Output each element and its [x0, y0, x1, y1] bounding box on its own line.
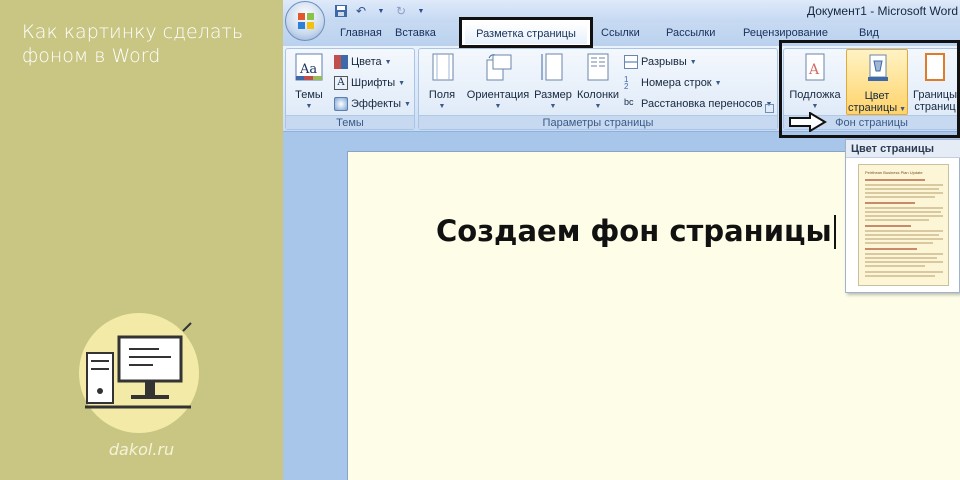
chevron-down-icon: ▼	[549, 103, 557, 110]
tooltip-title: Цвет страницы	[846, 140, 960, 158]
office-logo-icon	[298, 13, 314, 29]
article-headline: Как картинку сделать фоном в Word	[22, 21, 244, 67]
breaks-label: Разрывы	[641, 56, 687, 68]
colors-icon	[334, 55, 348, 69]
tab-insert[interactable]: Вставка	[395, 27, 436, 39]
breaks-button[interactable]: Разрывы ▼	[624, 53, 697, 71]
undo-icon[interactable]: ↶	[353, 3, 369, 19]
line-numbers-button[interactable]: 12 Номера строк ▼	[624, 74, 722, 92]
page-break-icon	[624, 55, 638, 69]
tab-page-layout-label: Разметка страницы	[465, 23, 587, 44]
effects-icon	[334, 97, 348, 111]
site-name: dakol.ru	[108, 440, 175, 459]
hyphenation-label: Расстановка переносов	[641, 98, 763, 110]
redo-icon[interactable]: ↻	[393, 3, 409, 19]
customize-toolbar-icon[interactable]: ▼	[413, 3, 429, 19]
word-window: ↶ ▼ ↻ ▼ Документ1 - Microsoft Word Главн…	[283, 0, 960, 480]
themes-group-label: Темы	[286, 115, 414, 129]
svg-text:A: A	[808, 62, 820, 78]
ruler-area	[283, 132, 960, 138]
arrow-right-icon	[789, 112, 827, 132]
margins-label: Поля	[428, 89, 456, 101]
themes-button[interactable]: Aa Темы ▼	[289, 52, 329, 113]
chevron-down-icon: ▼	[438, 103, 446, 110]
chevron-down-icon: ▼	[404, 100, 411, 108]
line-numbers-label: Номера строк	[641, 77, 712, 89]
hyphenation-icon: bc	[624, 97, 634, 107]
size-button[interactable]: Размер ▼	[533, 52, 573, 113]
margins-icon	[432, 53, 454, 81]
left-panel: Как картинку сделать фоном в Word dakol.…	[0, 0, 283, 480]
page-color-label-line1: Цвет	[864, 90, 890, 102]
ribbon-tabs: Главная Вставка Ссылки Рассылки Рецензир…	[283, 22, 960, 46]
page-color-tooltip: Цвет страницы Pelrthean Business Plan Up…	[845, 139, 960, 293]
tooltip-preview-thumbnail: Pelrthean Business Plan Update	[858, 164, 949, 286]
page-setup-group: Поля ▼ Ориентация ▼ Размер ▼ Колонки ▼ Р…	[418, 48, 778, 130]
colors-label: Цвета	[351, 56, 382, 68]
themes-group: Aa Темы ▼ Цвета ▼ A Шрифты ▼ Эффекты ▼ Темы	[285, 48, 415, 130]
tab-references[interactable]: Ссылки	[601, 27, 640, 39]
chevron-down-icon: ▼	[384, 58, 392, 66]
margins-button[interactable]: Поля ▼	[423, 52, 461, 113]
watermark-icon: A	[805, 53, 825, 81]
save-icon[interactable]	[333, 3, 349, 19]
tab-page-layout[interactable]: Разметка страницы	[459, 17, 593, 48]
watermark-button[interactable]: A Подложка ▼	[787, 52, 843, 113]
tab-view[interactable]: Вид	[859, 27, 879, 39]
ribbon: Aa Темы ▼ Цвета ▼ A Шрифты ▼ Эффекты ▼ Темы	[283, 46, 960, 132]
site-logo	[79, 313, 199, 433]
size-label: Размер	[534, 89, 572, 101]
text-cursor	[833, 215, 836, 249]
dialog-launcher-icon[interactable]	[765, 104, 774, 113]
chevron-down-icon: ▼	[494, 103, 502, 110]
page-borders-button[interactable]: Границы страниц	[910, 52, 960, 113]
document-heading[interactable]: Создаем фон страницы	[436, 214, 836, 249]
chevron-down-icon: ▼	[594, 103, 602, 110]
page-color-button[interactable]: Цвет страницы ▼	[846, 49, 908, 115]
page-color-label-line2: страницы ▼	[847, 102, 907, 114]
page-borders-icon	[925, 53, 945, 81]
paint-bucket-icon	[868, 54, 888, 81]
quick-access-toolbar: ↶ ▼ ↻ ▼	[333, 3, 429, 19]
title-bar: ↶ ▼ ↻ ▼ Документ1 - Microsoft Word	[283, 0, 960, 22]
thumbnail-heading: Pelrthean Business Plan Update	[865, 170, 923, 175]
office-button[interactable]	[285, 1, 325, 41]
orientation-icon	[486, 54, 512, 81]
chevron-down-icon[interactable]: ▼	[373, 3, 389, 19]
tab-home[interactable]: Главная	[340, 27, 382, 39]
fonts-icon: A	[334, 76, 348, 90]
themes-icon: Aa	[295, 53, 323, 81]
page-borders-label-line2: страниц	[914, 101, 956, 113]
orientation-button[interactable]: Ориентация ▼	[463, 52, 533, 113]
orientation-label: Ориентация	[466, 89, 530, 101]
chevron-down-icon: ▼	[398, 79, 406, 87]
columns-button[interactable]: Колонки ▼	[575, 52, 621, 113]
fonts-label: Шрифты	[351, 77, 396, 89]
chevron-down-icon: ▼	[305, 103, 313, 110]
fonts-button[interactable]: A Шрифты ▼	[334, 74, 405, 92]
effects-button[interactable]: Эффекты ▼	[334, 95, 411, 113]
colors-button[interactable]: Цвета ▼	[334, 53, 392, 71]
chevron-down-icon: ▼	[714, 79, 722, 87]
columns-icon	[587, 53, 609, 81]
page-setup-group-label: Параметры страницы	[419, 115, 777, 129]
computer-icon	[85, 322, 192, 409]
window-title: Документ1 - Microsoft Word	[806, 4, 958, 18]
line-numbers-icon: 12	[624, 75, 629, 91]
page-size-icon	[541, 53, 563, 81]
columns-label: Колонки	[577, 89, 619, 101]
svg-text:Aa: Aa	[299, 62, 317, 77]
tab-review[interactable]: Рецензирование	[743, 27, 828, 39]
tab-mailings[interactable]: Рассылки	[666, 27, 715, 39]
page-borders-label-line1: Границы	[913, 89, 957, 101]
themes-button-label: Темы	[295, 89, 323, 101]
hyphenation-button[interactable]: bc Расстановка переносов ▼	[624, 95, 772, 113]
watermark-label: Подложка	[789, 89, 841, 101]
effects-label: Эффекты	[351, 98, 402, 110]
chevron-down-icon: ▼	[689, 58, 697, 66]
